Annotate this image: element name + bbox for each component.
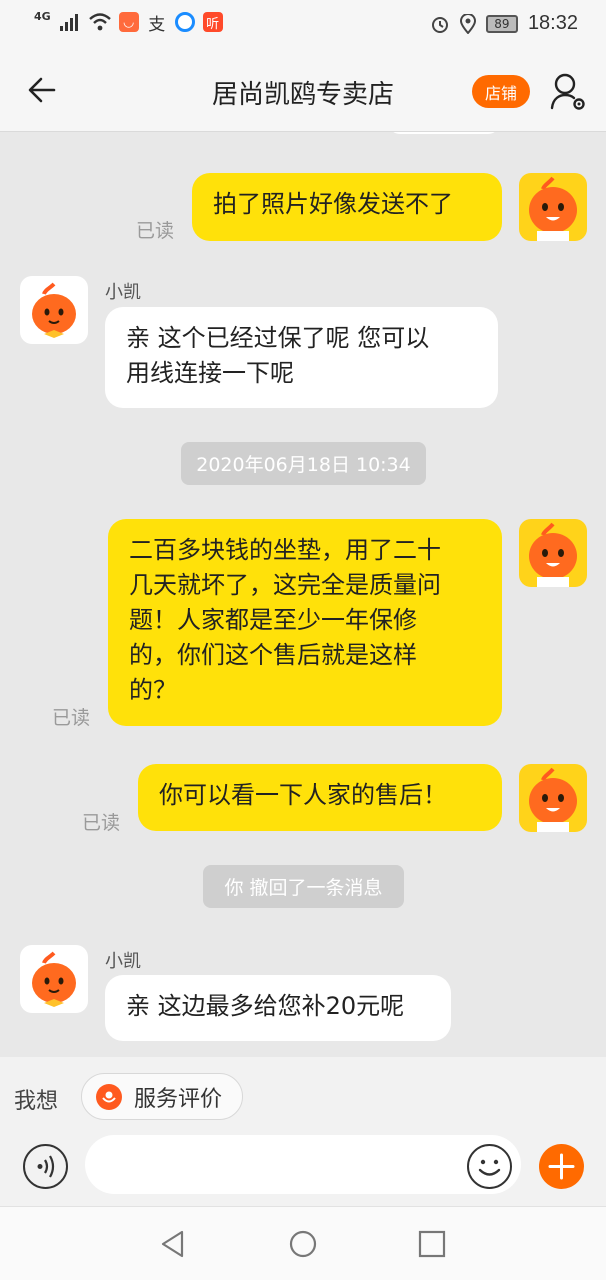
outgoing-message[interactable]: 拍了照片好像发送不了 xyxy=(192,173,502,241)
message-text: 拍了照片好像发送不了 xyxy=(213,190,453,218)
system-navigation-bar xyxy=(0,1206,606,1280)
alarm-icon xyxy=(431,16,448,33)
quick-reply-label: 我想 xyxy=(14,1089,59,1114)
status-bar: 4G ◡ 支 听 89 18:32 xyxy=(0,0,606,52)
network-type: 4G xyxy=(34,9,51,23)
read-receipt: 已读 xyxy=(82,812,121,834)
input-bar xyxy=(0,1132,606,1206)
agent-avatar[interactable] xyxy=(20,276,88,344)
signal-icon xyxy=(59,14,78,31)
incoming-message[interactable]: 亲 这个已经过保了呢 您可以 用线连接一下呢 xyxy=(105,307,498,408)
outgoing-message[interactable]: 二百多块钱的坐垫，用了二十 几天就坏了，这完全是质量问 题！人家都是至少一年保修… xyxy=(108,519,502,726)
mascot-avatar-icon xyxy=(32,951,76,1007)
agent-avatar[interactable] xyxy=(20,945,88,1013)
nav-recents-icon[interactable] xyxy=(417,1229,447,1259)
read-receipt: 已读 xyxy=(136,220,175,242)
shop-button[interactable]: 店铺 xyxy=(472,75,530,108)
zhifubao-icon: 支 xyxy=(148,14,166,35)
flower-icon xyxy=(96,1083,122,1110)
nav-back-icon[interactable] xyxy=(158,1229,188,1259)
message-line: 二百多块钱的坐垫，用了二十 xyxy=(129,536,441,564)
user-settings-icon[interactable] xyxy=(548,70,588,114)
partial-message-bubble xyxy=(388,132,500,134)
read-receipt: 已读 xyxy=(52,707,91,729)
message-line: 的？ xyxy=(129,676,177,704)
nav-home-icon[interactable] xyxy=(288,1229,318,1259)
my-avatar[interactable] xyxy=(519,764,587,832)
my-avatar[interactable] xyxy=(519,173,587,241)
my-avatar[interactable] xyxy=(519,519,587,587)
emoji-button[interactable] xyxy=(467,1144,512,1189)
smiley-icon xyxy=(478,1159,501,1176)
incoming-message[interactable]: 亲 这边最多给您补20元呢 xyxy=(105,975,451,1041)
message-line: 的，你们这个售后就是这样 xyxy=(129,641,417,669)
sender-name: 小凯 xyxy=(105,282,141,303)
battery-indicator: 89 xyxy=(485,14,518,33)
xiaohongshu-icon: ◡ xyxy=(118,12,139,32)
outgoing-message[interactable]: 你可以看一下人家的售后！ xyxy=(138,764,502,831)
message-line: 几天就坏了，这完全是质量问 xyxy=(129,571,441,599)
service-review-chip[interactable]: 服务评价 xyxy=(81,1073,243,1120)
message-text: 你可以看一下人家的售后！ xyxy=(159,781,447,809)
voice-icon xyxy=(37,1155,55,1178)
quick-reply-bar: 我想 服务评价 xyxy=(0,1057,606,1132)
sender-name: 小凯 xyxy=(105,951,141,972)
mascot-avatar-icon xyxy=(529,176,577,241)
more-actions-button[interactable] xyxy=(539,1144,584,1189)
service-review-label: 服务评价 xyxy=(134,1086,223,1112)
message-text: 亲 这边最多给您补20元呢 xyxy=(126,992,405,1020)
mascot-avatar-icon xyxy=(529,522,577,587)
location-icon xyxy=(459,13,476,34)
plus-icon xyxy=(548,1153,575,1180)
mascot-avatar-icon xyxy=(529,767,577,832)
clock: 18:32 xyxy=(527,12,578,34)
message-line: 亲 这个已经过保了呢 您可以 xyxy=(126,324,430,352)
ting-icon: 听 xyxy=(202,12,223,32)
mascot-avatar-icon xyxy=(32,282,76,338)
recall-notice: 你 撤回了一条消息 xyxy=(203,865,404,908)
message-line: 用线连接一下呢 xyxy=(126,359,294,387)
browser-icon xyxy=(174,12,195,32)
message-input[interactable] xyxy=(85,1135,521,1194)
timestamp-divider: 2020年06月18日 10:34 xyxy=(181,442,426,485)
chat-header: 居尚凯鸥专卖店 店铺 xyxy=(0,52,606,132)
message-line: 题！人家都是至少一年保修 xyxy=(129,606,417,634)
chat-area[interactable]: 拍了照片好像发送不了 已读 小凯 亲 这个已经过保了呢 您可以 用线连接一下呢 … xyxy=(0,132,606,1057)
wifi-icon xyxy=(88,13,111,31)
voice-input-button[interactable] xyxy=(23,1144,68,1189)
